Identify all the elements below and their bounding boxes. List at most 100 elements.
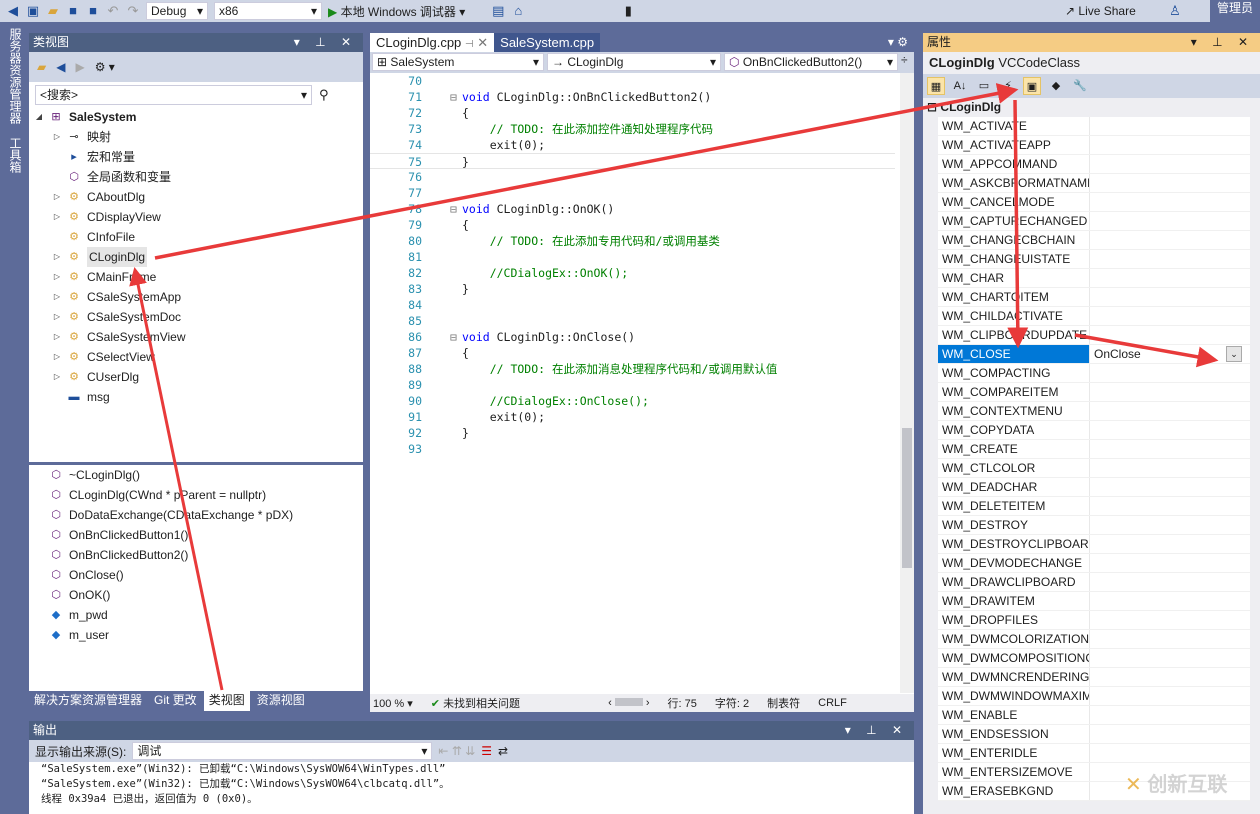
message-row[interactable]: WM_ACTIVATE <box>938 117 1250 136</box>
tab-salesystem-cpp[interactable]: SaleSystem.cpp <box>494 33 601 52</box>
clear-all-icon[interactable]: ☰ <box>481 744 492 758</box>
handler-value[interactable] <box>1090 687 1250 705</box>
run-button[interactable]: ▶ 本地 Windows 调试器 ▾ <box>328 3 465 20</box>
message-row[interactable]: WM_CHILDACTIVATE <box>938 307 1250 326</box>
handler-value[interactable] <box>1090 630 1250 648</box>
handler-value[interactable] <box>1090 668 1250 686</box>
tree-item[interactable]: ▷ ⊸ 映射 <box>29 127 363 147</box>
expand-icon[interactable]: ▷ <box>51 367 63 387</box>
member-item[interactable]: ⬡ OnBnClickedButton1() <box>29 525 363 545</box>
message-row[interactable]: WM_DROPFILES <box>938 611 1250 630</box>
code-line[interactable]: 81 <box>370 249 895 265</box>
handler-value[interactable] <box>1090 611 1250 629</box>
zoom-select[interactable]: 100 % ▾ <box>373 697 413 710</box>
panel-tab[interactable]: Git 更改 <box>149 691 202 711</box>
expanded-icon[interactable]: ◢ <box>33 107 45 127</box>
undo-icon[interactable]: ↶ <box>106 4 120 18</box>
handler-value[interactable] <box>1090 269 1250 287</box>
handler-value[interactable] <box>1090 193 1250 211</box>
indent-mode[interactable]: 制表符 <box>767 695 800 711</box>
expand-icon[interactable]: ▷ <box>51 247 63 267</box>
handler-value[interactable] <box>1090 573 1250 591</box>
message-row[interactable]: WM_DRAWCLIPBOARD <box>938 573 1250 592</box>
tree-item[interactable]: ▬ msg <box>29 387 363 407</box>
tree-item[interactable]: ▷ ⚙ CLoginDlg <box>29 247 363 267</box>
word-wrap-icon[interactable]: ⇄ <box>498 744 508 758</box>
handler-value[interactable] <box>1090 383 1250 401</box>
expand-icon[interactable]: ▷ <box>51 267 63 287</box>
goto-icon[interactable]: ⇤ ⇈ ⇊ <box>438 744 475 758</box>
panel-tab[interactable]: 解决方案资源管理器 <box>29 691 148 711</box>
message-row[interactable]: WM_CTLCOLOR <box>938 459 1250 478</box>
message-row[interactable]: WM_APPCOMMAND <box>938 155 1250 174</box>
output-text[interactable]: “SaleSystem.exe”(Win32): 已卸载“C:\Windows\… <box>29 762 914 807</box>
handler-value[interactable] <box>1090 592 1250 610</box>
fold-icon[interactable]: ⊟ <box>450 89 457 105</box>
handler-value[interactable] <box>1090 725 1250 743</box>
panel-tab[interactable]: 类视图 <box>203 691 250 711</box>
live-share-button[interactable]: ↗ Live Share <box>1065 4 1136 18</box>
code-line[interactable]: 90 //CDialogEx::OnClose(); <box>370 393 895 409</box>
handler-value[interactable] <box>1090 326 1250 344</box>
message-row[interactable]: WM_CREATE <box>938 440 1250 459</box>
tree-item[interactable]: ▸ 宏和常量 <box>29 147 363 167</box>
message-row[interactable]: WM_DWMCOLORIZATIONCOLORCHANGED <box>938 630 1250 649</box>
message-row[interactable]: WM_COMPAREITEM <box>938 383 1250 402</box>
code-line[interactable]: 89 <box>370 377 895 393</box>
pin-icon[interactable]: ⊣ <box>465 39 474 50</box>
home-icon[interactable]: ⌂ <box>511 4 525 18</box>
tree-root[interactable]: ◢ ⊞ SaleSystem <box>29 107 363 127</box>
code-line[interactable]: 77 <box>370 185 895 201</box>
tree-item[interactable]: ▷ ⚙ CUserDlg <box>29 367 363 387</box>
code-line[interactable]: 80 // TODO: 在此添加专用代码和/或调用基类 <box>370 233 895 249</box>
tree-item[interactable]: ▷ ⚙ CAboutDlg <box>29 187 363 207</box>
fold-icon[interactable]: ⊟ <box>450 201 457 217</box>
message-row[interactable]: WM_CHAR <box>938 269 1250 288</box>
message-row[interactable]: WM_CHANGEUISTATE <box>938 250 1250 269</box>
code-line[interactable]: 78 ⊟ void CLoginDlg::OnOK() <box>370 201 895 217</box>
save-all-icon[interactable]: ■ <box>86 4 100 18</box>
code-line[interactable]: 86 ⊟ void CLoginDlg::OnClose() <box>370 329 895 345</box>
tree-item[interactable]: ▷ ⚙ CSelectView <box>29 347 363 367</box>
member-item[interactable]: ◆ m_user <box>29 625 363 645</box>
code-line[interactable]: 75} <box>370 153 895 169</box>
tree-item[interactable]: ▷ ⚙ CMainFrame <box>29 267 363 287</box>
code-line[interactable]: 70 <box>370 73 895 89</box>
handler-value[interactable] <box>1090 421 1250 439</box>
save-icon[interactable]: ■ <box>66 4 80 18</box>
handler-value[interactable] <box>1090 649 1250 667</box>
message-row[interactable]: WM_COPYDATA <box>938 421 1250 440</box>
message-row[interactable]: WM_DRAWITEM <box>938 592 1250 611</box>
code-line[interactable]: 74 exit(0); <box>370 137 895 153</box>
code-line[interactable]: 93 <box>370 441 895 457</box>
member-item[interactable]: ⬡ OnClose() <box>29 565 363 585</box>
member-item[interactable]: ⬡ CLoginDlg(CWnd * pParent = nullptr) <box>29 485 363 505</box>
expand-icon[interactable]: ▷ <box>51 347 63 367</box>
platform-select[interactable]: x86 ▾ <box>214 2 322 20</box>
message-row[interactable]: WM_DEVMODECHANGE <box>938 554 1250 573</box>
panel-controls[interactable]: ▾ ⊥ ✕ <box>845 721 908 740</box>
tab-cloginDlg-cpp[interactable]: CLoginDlg.cpp ⊣ ✕ <box>370 33 495 52</box>
project-nav-select[interactable]: ⊞ SaleSystem ▾ <box>372 53 544 71</box>
member-item[interactable]: ⬡ ~CLoginDlg() <box>29 465 363 485</box>
messages-icon[interactable]: ▣ <box>1023 77 1041 95</box>
tree-item[interactable]: ▷ ⚙ CDisplayView <box>29 207 363 227</box>
message-row[interactable]: WM_DEADCHAR <box>938 478 1250 497</box>
message-row[interactable]: WM_DWMNCRENDERINGCHANGED <box>938 668 1250 687</box>
message-row[interactable]: WM_CLOSE OnClose ⌄ <box>938 345 1250 364</box>
handler-value[interactable] <box>1090 250 1250 268</box>
editor-scrollbar[interactable] <box>900 73 914 693</box>
class-nav-select[interactable]: → CLoginDlg ▾ <box>547 53 721 71</box>
handler-value[interactable]: OnClose ⌄ <box>1090 345 1250 363</box>
collapse-icon[interactable]: ⊟ <box>927 100 937 114</box>
class-search-input[interactable]: <搜索> ▾ <box>35 85 312 105</box>
message-row[interactable]: WM_ACTIVATEAPP <box>938 136 1250 155</box>
expand-icon[interactable]: ▷ <box>51 187 63 207</box>
code-line[interactable]: 92} <box>370 425 895 441</box>
code-line[interactable]: 82 //CDialogEx::OnOK(); <box>370 265 895 281</box>
new-folder-icon[interactable]: ▰ <box>37 60 46 74</box>
redo-icon[interactable]: ↷ <box>126 4 140 18</box>
expand-icon[interactable]: ▷ <box>51 327 63 347</box>
code-line[interactable]: 91 exit(0); <box>370 409 895 425</box>
code-line[interactable]: 71 ⊟ void CLoginDlg::OnBnClickedButton2() <box>370 89 895 105</box>
